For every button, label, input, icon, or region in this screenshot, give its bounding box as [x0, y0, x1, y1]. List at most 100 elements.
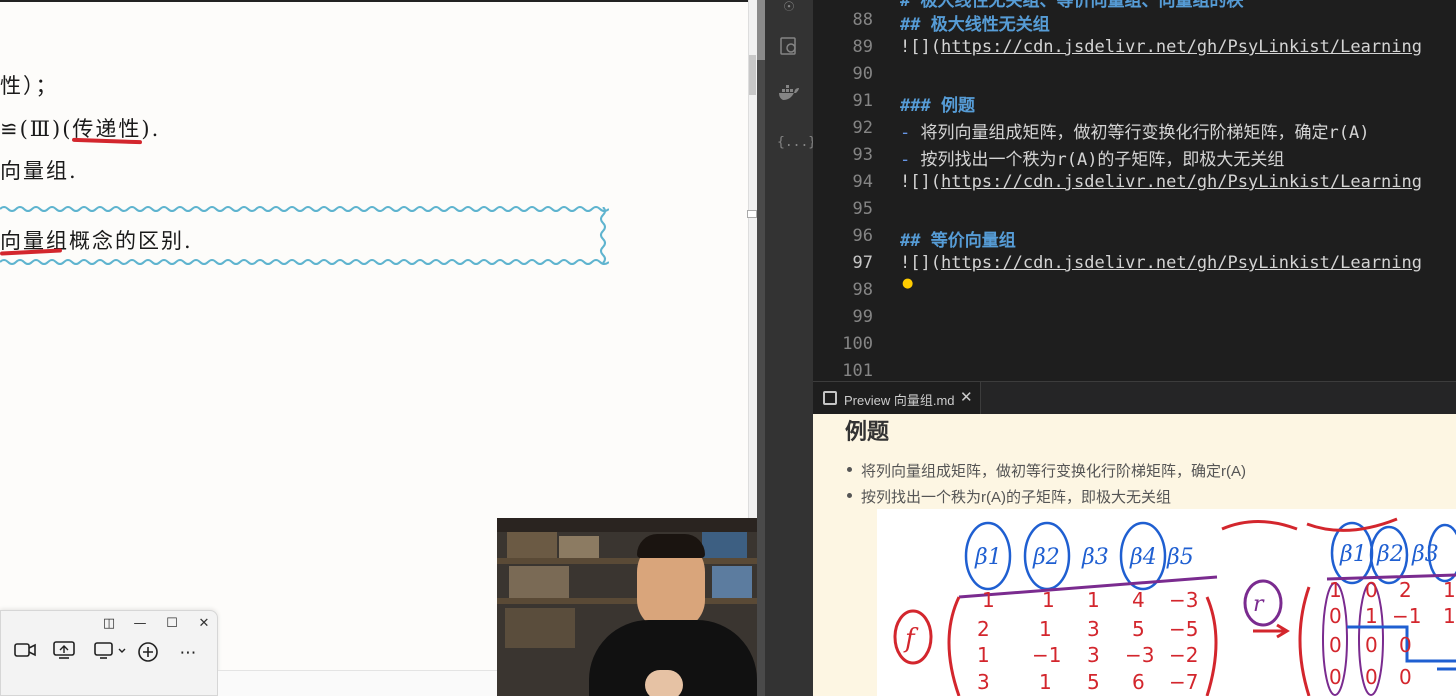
line-number: 98	[852, 280, 873, 300]
add-icon[interactable]	[135, 641, 161, 665]
code-line: ## 等价向量组	[900, 231, 1016, 251]
svg-text:3: 3	[1087, 643, 1100, 667]
preview-icon	[823, 391, 837, 405]
docker-icon[interactable]	[777, 84, 801, 108]
line-number: 93	[852, 145, 873, 165]
svg-text:0: 0	[1329, 633, 1342, 657]
lightbulb-icon[interactable]: ●	[902, 277, 913, 291]
more-icon[interactable]: ⋯	[175, 641, 201, 665]
svg-text:1: 1	[1329, 578, 1342, 602]
webcam-video	[497, 518, 757, 696]
svg-text:−5: −5	[1169, 617, 1198, 641]
svg-text:6: 6	[1132, 670, 1145, 694]
svg-text:β1: β1	[1339, 542, 1367, 567]
markdown-editor[interactable]: # 极大线性无关组、等价向量组、向量组的秩 ● 88 ## 极大线性无关组 89 ![…	[813, 0, 1456, 381]
present-icon[interactable]	[93, 641, 129, 665]
line-number: 92	[852, 118, 873, 138]
remote-explorer-icon[interactable]	[777, 36, 801, 60]
meeting-toolbar: ◫ — ☐ ✕ ⋯	[0, 610, 218, 696]
svg-text:1: 1	[1443, 578, 1456, 602]
markdown-preview: 例题 将列向量组成矩阵，做初等行变换化行阶梯矩阵，确定r(A) 按列找出一个秩为…	[813, 414, 1456, 696]
list-item: 按列找出一个秩为r(A)的子矩阵，即极大无关组	[847, 486, 1171, 507]
svg-text:2: 2	[977, 617, 990, 641]
svg-text:3: 3	[977, 670, 990, 694]
svg-text:β2: β2	[1032, 545, 1060, 570]
wavy-border-bottom	[0, 259, 609, 265]
line-number: 89	[852, 37, 873, 57]
activity-bar: ☉ {...}	[765, 0, 816, 696]
tab-preview[interactable]: Preview 向量组.md ✕	[813, 382, 981, 415]
svg-text:4: 4	[1132, 588, 1145, 612]
svg-text:2: 2	[1399, 578, 1412, 602]
maximize-icon[interactable]: ☐	[161, 616, 183, 632]
line-number: 99	[852, 307, 873, 327]
svg-text:β1: β1	[974, 545, 1002, 570]
list-item: 将列向量组成矩阵，做初等行变换化行阶梯矩阵，确定r(A)	[847, 460, 1246, 481]
svg-text:0: 0	[1329, 604, 1342, 628]
camera-icon[interactable]	[12, 641, 38, 665]
svg-text:0: 0	[1329, 665, 1342, 689]
svg-text:β5: β5	[1166, 545, 1194, 570]
code-line: ![](https://cdn.jsdelivr.net/gh/PsyLinki…	[900, 37, 1422, 57]
handwriting-sketch: β1 β2 β3 β4 β5 β1 β2 β3 f 1 1 1 4 −3 2 1 3 5 −5 1 −1 3−…	[893, 517, 1456, 696]
code-line: ![](https://cdn.jsdelivr.net/gh/PsyLinki…	[900, 172, 1422, 192]
svg-text:5: 5	[1087, 670, 1100, 694]
svg-text:0: 0	[1399, 633, 1412, 657]
svg-text:1: 1	[982, 588, 995, 612]
svg-text:0: 0	[1365, 578, 1378, 602]
minimize-icon[interactable]: —	[129, 616, 151, 632]
svg-text:β3: β3	[1081, 545, 1109, 570]
svg-text:f: f	[903, 624, 919, 654]
code-line: - 将列向量组成矩阵，做初等行变换化行阶梯矩阵，确定r(A)	[900, 123, 1370, 143]
book-scroll-thumb[interactable]	[749, 55, 756, 95]
sidebar-toggle-icon[interactable]: ◫	[98, 616, 120, 632]
svg-text:β3: β3	[1411, 542, 1439, 567]
line-number: 88	[852, 10, 873, 30]
line-number: 94	[852, 172, 873, 192]
line-number: 96	[852, 226, 873, 246]
svg-text:1: 1	[1443, 604, 1456, 628]
book-line-1: 性）；	[0, 74, 59, 98]
preview-heading: 例题	[845, 419, 890, 444]
book-scroll-marker	[747, 210, 757, 218]
svg-text:0: 0	[1365, 665, 1378, 689]
book-line-3: 向量组.	[0, 159, 78, 183]
svg-text:0: 0	[1399, 665, 1412, 689]
svg-text:1: 1	[1365, 604, 1378, 628]
svg-text:−7: −7	[1169, 670, 1198, 694]
book-top-border	[0, 0, 757, 2]
screen-share-icon[interactable]	[51, 641, 77, 665]
source-control-icon[interactable]: ☉	[777, 0, 801, 18]
line-number: 90	[852, 64, 873, 84]
line-number: 95	[852, 199, 873, 219]
close-tab-icon[interactable]: ✕	[960, 388, 973, 406]
svg-text:1: 1	[1039, 670, 1052, 694]
code-line: - 按列找出一个秩为r(A)的子矩阵，即极大无关组	[900, 150, 1285, 170]
code-line: ## 极大线性无关组	[900, 15, 1050, 35]
svg-text:r: r	[1253, 592, 1265, 617]
svg-text:3: 3	[1087, 617, 1100, 641]
svg-text:1: 1	[1039, 617, 1052, 641]
svg-text:β4: β4	[1129, 545, 1157, 570]
json-icon[interactable]: {...}	[777, 131, 816, 155]
line-number: 100	[842, 334, 873, 354]
book-bottom-bar	[218, 670, 498, 696]
svg-text:−2: −2	[1169, 643, 1198, 667]
handwritten-matrix-image: β1 β2 β3 β4 β5 β1 β2 β3 f 1 1 1 4 −3 2 1 3 5 −5 1 −1 3−…	[877, 509, 1456, 696]
svg-text:−1: −1	[1032, 643, 1061, 667]
svg-text:1: 1	[1087, 588, 1100, 612]
close-icon[interactable]: ✕	[193, 616, 215, 632]
tab-preview-label: Preview 向量组.md	[844, 393, 955, 408]
line-number: 101	[842, 361, 873, 381]
code-line: ### 例题	[900, 96, 975, 116]
svg-text:1: 1	[977, 643, 990, 667]
svg-text:β2: β2	[1376, 542, 1404, 567]
svg-text:−3: −3	[1169, 588, 1198, 612]
svg-text:1: 1	[1042, 588, 1055, 612]
svg-text:5: 5	[1132, 617, 1145, 641]
line-number: 91	[852, 91, 873, 111]
line-number: 97	[852, 253, 873, 273]
code-line: ![](https://cdn.jsdelivr.net/gh/PsyLinki…	[900, 253, 1422, 273]
preview-tab-bar: Preview 向量组.md ✕	[813, 381, 1456, 415]
svg-text:−1: −1	[1392, 604, 1421, 628]
